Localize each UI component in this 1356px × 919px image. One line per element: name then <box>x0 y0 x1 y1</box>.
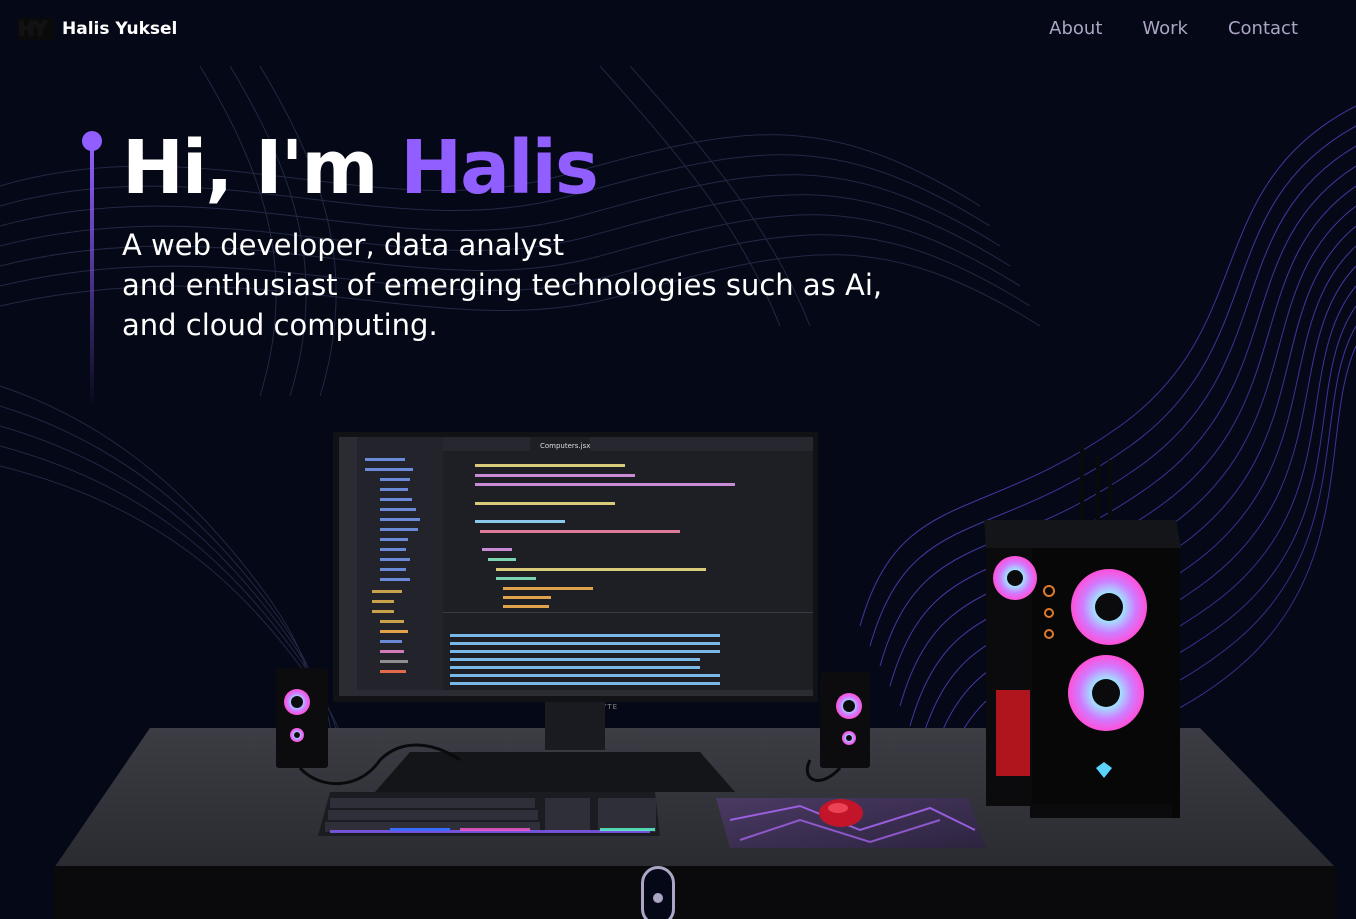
hero-subtitle-line: and cloud computing. <box>122 308 438 342</box>
accent-line <box>90 148 94 408</box>
logo[interactable]: HY <box>18 18 54 40</box>
scroll-indicator[interactable] <box>641 866 675 919</box>
hero-subtitle-line: A web developer, data analyst <box>122 228 565 262</box>
hero-subtitle: A web developer, data analyst and enthus… <box>122 225 1022 345</box>
keyboard <box>318 792 660 836</box>
nav-link-about[interactable]: About <box>1049 18 1102 39</box>
editor-tab-label: Computers.jsx <box>540 442 590 450</box>
desk-computer-scene[interactable]: Computers.jsx GI <box>0 400 1356 919</box>
brand-name[interactable]: Halis Yuksel <box>62 19 177 39</box>
desk-front <box>54 866 1336 919</box>
hero-name: Halis <box>400 125 599 211</box>
pc-tower <box>984 445 1181 818</box>
left-speaker <box>276 668 328 768</box>
hero-subtitle-line: and enthusiast of emerging technologies … <box>122 268 883 302</box>
nav-link-work[interactable]: Work <box>1142 18 1188 39</box>
navbar: HY Halis Yuksel About Work Contact <box>0 0 1356 60</box>
mouse <box>819 799 863 827</box>
right-speaker <box>820 672 870 768</box>
nav-links: About Work Contact <box>1049 18 1298 39</box>
hero-title: Hi, I'm Halis <box>122 124 599 212</box>
hero-greeting: Hi, I'm <box>122 125 378 211</box>
nav-link-contact[interactable]: Contact <box>1228 18 1298 39</box>
scroll-dot <box>653 893 663 903</box>
